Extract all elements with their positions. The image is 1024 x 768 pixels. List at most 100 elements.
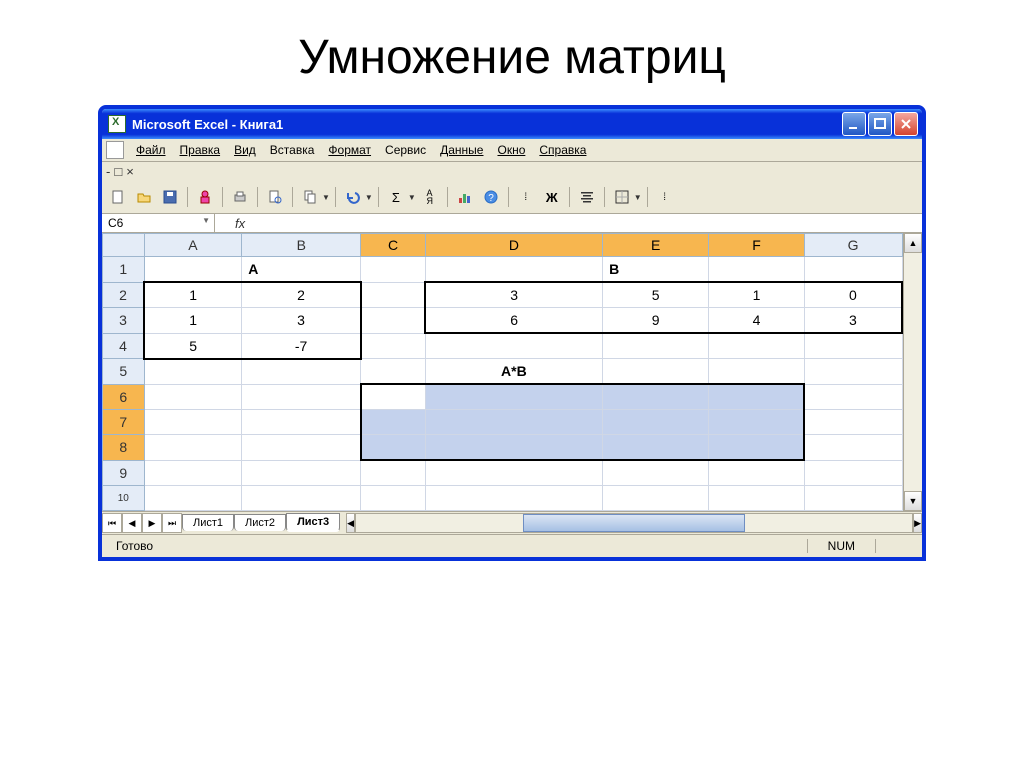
menu-edit[interactable]: Правка — [174, 141, 227, 159]
doc-restore-icon[interactable]: - — [106, 164, 110, 179]
row-header-4[interactable]: 4 — [103, 333, 145, 359]
align-center-icon[interactable] — [575, 185, 599, 209]
cell-D2[interactable]: 3 — [425, 282, 603, 308]
minimize-button[interactable] — [842, 112, 866, 136]
cell-A3[interactable]: 1 — [144, 308, 242, 334]
cell-D6[interactable] — [425, 384, 603, 410]
col-header-E[interactable]: E — [603, 234, 709, 257]
row-header-6[interactable]: 6 — [103, 384, 145, 410]
cell-A1[interactable] — [144, 257, 242, 283]
cell-F4[interactable] — [709, 333, 804, 359]
row-header-10[interactable]: 10 — [103, 486, 145, 511]
cell-B4[interactable]: -7 — [242, 333, 361, 359]
cell-E2[interactable]: 5 — [603, 282, 709, 308]
scroll-left-icon[interactable]: ◀ — [346, 513, 355, 533]
cell-E4[interactable] — [603, 333, 709, 359]
scroll-right-icon[interactable]: ▶ — [913, 513, 922, 533]
autosum-icon[interactable]: Σ — [384, 185, 408, 209]
row-header-1[interactable]: 1 — [103, 257, 145, 283]
cell-G1[interactable] — [804, 257, 902, 283]
maximize-button[interactable] — [868, 112, 892, 136]
sort-icon[interactable]: АЯ — [418, 185, 442, 209]
cell-C8[interactable] — [361, 435, 425, 461]
save-icon[interactable] — [158, 185, 182, 209]
cell-F6[interactable] — [709, 384, 804, 410]
cell-F2[interactable]: 1 — [709, 282, 804, 308]
cell-C6[interactable] — [361, 384, 425, 410]
cell-B2[interactable]: 2 — [242, 282, 361, 308]
menu-file[interactable]: Файл — [130, 141, 172, 159]
titlebar[interactable]: Microsoft Excel - Книга1 — [102, 109, 922, 139]
doc-close-icon[interactable]: × — [126, 164, 134, 179]
cell-D7[interactable] — [425, 410, 603, 435]
cell-C7[interactable] — [361, 410, 425, 435]
col-header-G[interactable]: G — [804, 234, 902, 257]
cell-A9[interactable] — [144, 460, 242, 486]
row-header-7[interactable]: 7 — [103, 410, 145, 435]
cell-C5[interactable] — [361, 359, 425, 385]
paste-dropdown-icon[interactable]: ▼ — [322, 193, 330, 202]
print-icon[interactable] — [228, 185, 252, 209]
sheet-tab-1[interactable]: Лист1 — [182, 514, 234, 531]
fx-icon[interactable]: fx — [215, 216, 265, 231]
row-header-2[interactable]: 2 — [103, 282, 145, 308]
chart-wizard-icon[interactable] — [453, 185, 477, 209]
tab-last-icon[interactable]: ⏭ — [162, 513, 182, 533]
select-all-corner[interactable] — [103, 234, 145, 257]
cell-G3[interactable]: 3 — [804, 308, 902, 334]
tab-next-icon[interactable]: ▶ — [142, 513, 162, 533]
menu-tools[interactable]: Сервис — [379, 141, 432, 159]
cell-D8[interactable] — [425, 435, 603, 461]
cell-A8[interactable] — [144, 435, 242, 461]
bold-button[interactable]: Ж — [540, 185, 564, 209]
undo-dropdown-icon[interactable]: ▼ — [365, 193, 373, 202]
cell-D4[interactable] — [425, 333, 603, 359]
row-header-5[interactable]: 5 — [103, 359, 145, 385]
cell-D3[interactable]: 6 — [425, 308, 603, 334]
borders-dropdown-icon[interactable]: ▼ — [634, 193, 642, 202]
cell-G8[interactable] — [804, 435, 902, 461]
cell-E3[interactable]: 9 — [603, 308, 709, 334]
autosum-dropdown-icon[interactable]: ▼ — [408, 193, 416, 202]
help-icon[interactable]: ? — [479, 185, 503, 209]
doc-maximize-icon[interactable]: □ — [114, 164, 122, 179]
toolbar-options2-icon[interactable]: ⁞ — [653, 185, 677, 209]
col-header-D[interactable]: D — [425, 234, 603, 257]
cell-A5[interactable] — [144, 359, 242, 385]
copy-icon[interactable] — [298, 185, 322, 209]
open-file-icon[interactable] — [132, 185, 156, 209]
sheet-tab-3[interactable]: Лист3 — [286, 513, 340, 532]
tab-prev-icon[interactable]: ◀ — [122, 513, 142, 533]
scroll-up-icon[interactable]: ▲ — [904, 233, 922, 253]
scroll-down-icon[interactable]: ▼ — [904, 491, 922, 511]
cell-B5[interactable] — [242, 359, 361, 385]
cell-F8[interactable] — [709, 435, 804, 461]
formula-input[interactable] — [265, 221, 922, 225]
cell-A4[interactable]: 5 — [144, 333, 242, 359]
cell-G5[interactable] — [804, 359, 902, 385]
cell-A7[interactable] — [144, 410, 242, 435]
cell-B8[interactable] — [242, 435, 361, 461]
horizontal-scrollbar[interactable]: ◀ ▶ — [346, 513, 922, 533]
row-header-3[interactable]: 3 — [103, 308, 145, 334]
tab-first-icon[interactable]: ⏮ — [102, 513, 122, 533]
cell-G4[interactable] — [804, 333, 902, 359]
cell-B3[interactable]: 3 — [242, 308, 361, 334]
row-header-9[interactable]: 9 — [103, 460, 145, 486]
row-header-8[interactable]: 8 — [103, 435, 145, 461]
cell-B7[interactable] — [242, 410, 361, 435]
cell-E6[interactable] — [603, 384, 709, 410]
cell-F1[interactable] — [709, 257, 804, 283]
new-file-icon[interactable] — [106, 185, 130, 209]
cell-E7[interactable] — [603, 410, 709, 435]
menu-data[interactable]: Данные — [434, 141, 489, 159]
vertical-scrollbar[interactable]: ▲ ▼ — [903, 233, 922, 511]
permission-icon[interactable] — [193, 185, 217, 209]
cell-C4[interactable] — [361, 333, 425, 359]
borders-icon[interactable] — [610, 185, 634, 209]
undo-icon[interactable] — [341, 185, 365, 209]
cell-C1[interactable] — [361, 257, 425, 283]
cell-A6[interactable] — [144, 384, 242, 410]
menu-format[interactable]: Формат — [322, 141, 377, 159]
spreadsheet[interactable]: A B C D E F G 1 A B — [102, 233, 903, 511]
